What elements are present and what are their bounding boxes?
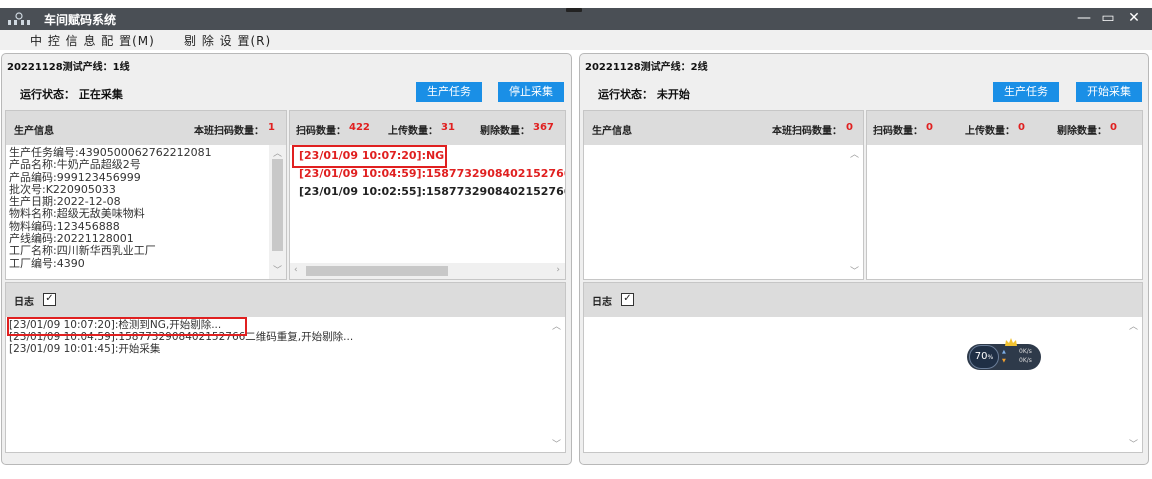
line1-scan-header: 扫码数量： 422 上传数量： 31 剔除数量： 367 bbox=[290, 111, 565, 145]
line1-status: 运行状态： 正在采集 bbox=[20, 88, 123, 101]
line2-production-info: 生产信息 本班扫码数量： 0 ︿ ﹀ bbox=[583, 110, 864, 280]
line2-log-panel: 日志 ✓ ︿ ﹀ bbox=[583, 282, 1143, 453]
line2-scan-list[interactable] bbox=[867, 145, 1142, 279]
app-logo-icon bbox=[8, 12, 30, 25]
log-label: 日志 bbox=[14, 297, 34, 308]
line2-task-button[interactable]: 生产任务 bbox=[993, 82, 1059, 102]
maximize-button[interactable]: ▭ bbox=[1098, 9, 1118, 27]
line2-start-collect-button[interactable]: 开始采集 bbox=[1076, 82, 1142, 102]
line1-task-button[interactable]: 生产任务 bbox=[416, 82, 482, 102]
line2-scan-header: 扫码数量： 0 上传数量： 0 剔除数量： 0 bbox=[867, 111, 1142, 145]
production-info-line: 产品名称:牛奶产品超级2号 bbox=[9, 158, 141, 172]
scroll-up-icon[interactable]: ︿ bbox=[1129, 319, 1138, 332]
percent-unit: % bbox=[987, 354, 994, 361]
crown-icon bbox=[1005, 338, 1017, 346]
upload-count-value: 31 bbox=[441, 122, 455, 133]
scan-horizontal-scrollbar[interactable]: ‹ › bbox=[290, 263, 565, 279]
line2-scan-panel: 扫码数量： 0 上传数量： 0 剔除数量： 0 bbox=[866, 110, 1143, 280]
production-info-line: 工厂编号:4390 bbox=[9, 256, 85, 270]
scan-count-label: 扫码数量： bbox=[873, 126, 923, 137]
app-title: 车间赋码系统 bbox=[44, 13, 117, 27]
info-vertical-scrollbar[interactable]: ︿ ﹀ bbox=[269, 145, 286, 279]
scan-record: [23/01/09 10:02:55]:1587732908402152766 bbox=[299, 185, 565, 198]
line1-production-info-header: 生产信息 本班扫码数量： 1 bbox=[6, 111, 286, 145]
line2-log-header: 日志 ✓ bbox=[584, 283, 1142, 317]
log-checkbox[interactable]: ✓ bbox=[43, 293, 56, 306]
scroll-down-icon[interactable]: ﹀ bbox=[552, 437, 561, 450]
line1-title: 20221128测试产线：1线 bbox=[7, 62, 130, 73]
log-label: 日志 bbox=[592, 297, 612, 308]
scan-count-value: 422 bbox=[349, 122, 370, 133]
line1-log-list[interactable]: [23/01/09 10:07:20]:检测到NG,开始剔除... [23/01… bbox=[6, 317, 565, 452]
scroll-up-icon[interactable]: ︿ bbox=[273, 146, 282, 159]
line1-scan-list[interactable]: [23/01/09 10:07:20]:NG [23/01/09 10:04:5… bbox=[290, 145, 565, 279]
memory-usage-gauge: 70% bbox=[969, 345, 999, 369]
ng-log-highlight-box bbox=[7, 317, 247, 336]
reject-count-value: 0 bbox=[1110, 122, 1117, 133]
line1-info-list[interactable]: 生产任务编号:4390500062762212081 产品名称:牛奶产品超级2号产… bbox=[6, 145, 286, 279]
reject-count-value: 367 bbox=[533, 122, 554, 133]
menu-item-reject-settings[interactable]: 剔 除 设 置(R) bbox=[184, 32, 271, 49]
scan-count-label: 扫码数量： bbox=[296, 126, 346, 137]
upload-count-label: 上传数量： bbox=[388, 126, 438, 137]
production-info-label: 生产信息 bbox=[14, 126, 54, 137]
title-bar: 车间赋码系统 — ▭ ✕ bbox=[0, 8, 1152, 30]
shift-count-label: 本班扫码数量： bbox=[194, 126, 264, 137]
scroll-up-icon[interactable]: ︿ bbox=[552, 319, 561, 332]
log-line: [23/01/09 10:01:45]:开始采集 bbox=[9, 343, 161, 355]
line2-log-list[interactable]: ︿ ﹀ bbox=[584, 317, 1142, 452]
production-info-line: 工厂名称:四川新华西乳业工厂 bbox=[9, 244, 156, 258]
line2-info-list[interactable]: ︿ ﹀ bbox=[584, 145, 863, 279]
line2-production-info-header: 生产信息 本班扫码数量： 0 bbox=[584, 111, 863, 145]
menu-item-control-config[interactable]: 中 控 信 息 配 置(M) bbox=[30, 32, 155, 49]
download-arrow-icon: ▼ bbox=[1002, 358, 1006, 364]
reject-count-label: 剔除数量： bbox=[1057, 126, 1107, 137]
log-checkbox[interactable]: ✓ bbox=[621, 293, 634, 306]
upload-count-label: 上传数量： bbox=[965, 126, 1015, 137]
shift-count-label: 本班扫码数量： bbox=[772, 126, 842, 137]
upload-arrow-icon: ▲ bbox=[1002, 349, 1006, 355]
upload-speed: 0K/s bbox=[1019, 348, 1032, 355]
shift-count-value: 1 bbox=[268, 122, 275, 133]
line1-production-info: 生产信息 本班扫码数量： 1 生产任务编号:439050006276221208… bbox=[5, 110, 287, 280]
line1-scan-panel: 扫码数量： 422 上传数量： 31 剔除数量： 367 [23/01/09 1… bbox=[289, 110, 566, 280]
line1-log-panel: 日志 ✓ [23/01/09 10:07:20]:检测到NG,开始剔除... [… bbox=[5, 282, 566, 453]
line1-log-header: 日志 ✓ bbox=[6, 283, 565, 317]
production-info-label: 生产信息 bbox=[592, 126, 632, 137]
network-speed-widget[interactable]: 70% ▲ ▼ 0K/s 0K/s bbox=[967, 338, 1041, 370]
scroll-down-icon[interactable]: ﹀ bbox=[273, 263, 282, 276]
minimize-button[interactable]: — bbox=[1074, 9, 1094, 27]
scroll-down-icon[interactable]: ﹀ bbox=[1129, 437, 1138, 450]
scroll-left-icon[interactable]: ‹ bbox=[294, 265, 298, 275]
scroll-thumb[interactable] bbox=[272, 159, 283, 251]
scroll-right-icon[interactable]: › bbox=[556, 265, 560, 275]
download-speed: 0K/s bbox=[1019, 357, 1032, 364]
line2-title: 20221128测试产线：2线 bbox=[585, 62, 708, 73]
close-button[interactable]: ✕ bbox=[1124, 9, 1144, 27]
menu-bar: 中 控 信 息 配 置(M) 剔 除 设 置(R) bbox=[0, 30, 1152, 50]
line1-stop-collect-button[interactable]: 停止采集 bbox=[498, 82, 564, 102]
upload-count-value: 0 bbox=[1018, 122, 1025, 133]
scroll-down-icon[interactable]: ﹀ bbox=[850, 264, 859, 277]
scroll-thumb[interactable] bbox=[306, 266, 448, 276]
production-info-line: 物料名称:超级无敌美味物料 bbox=[9, 207, 145, 221]
shift-count-value: 0 bbox=[846, 122, 853, 133]
scroll-up-icon[interactable]: ︿ bbox=[850, 147, 859, 160]
memory-percent: 70 bbox=[974, 351, 988, 362]
drag-handle[interactable] bbox=[566, 8, 582, 12]
line2-status: 运行状态： 未开始 bbox=[598, 88, 690, 101]
scan-count-value: 0 bbox=[926, 122, 933, 133]
ng-highlight-box bbox=[292, 145, 447, 168]
reject-count-label: 剔除数量： bbox=[480, 126, 530, 137]
